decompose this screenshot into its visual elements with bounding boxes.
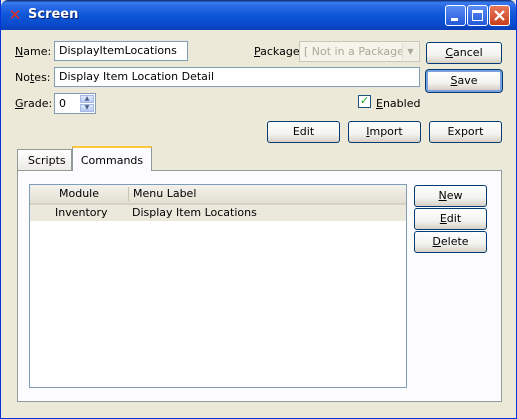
minimize-icon [451,18,458,21]
spin-down-icon[interactable]: ▼ [80,104,94,112]
name-field[interactable]: DisplayItemLocations [54,41,188,61]
maximize-icon [472,10,483,21]
table-header: Module Menu Label [30,185,406,205]
screen-window: ✕ Screen Name: DisplayItemLocations Pack… [0,0,517,419]
column-header-module[interactable]: Module [30,185,128,203]
close-icon [494,10,505,21]
spin-up-icon[interactable]: ▲ [80,95,94,103]
new-command-button[interactable]: New [414,185,487,207]
package-select[interactable]: [ Not in a Package ] ▼ [299,41,420,62]
export-button[interactable]: Export [429,121,502,143]
enabled-checkbox[interactable]: ✓ [358,94,371,108]
package-value: [ Not in a Package ] [304,45,412,58]
save-button[interactable]: Save [425,69,503,93]
title-bar[interactable]: ✕ Screen [1,0,516,30]
column-header-menu-label[interactable]: Menu Label [133,185,403,203]
tab-commands[interactable]: Commands [72,146,152,171]
import-button[interactable]: Import [348,121,421,143]
package-label: Package: [254,45,304,58]
app-x-icon: ✕ [8,6,22,24]
checkmark-icon: ✓ [360,94,370,107]
commands-table[interactable]: Module Menu Label Inventory Display Item… [29,184,407,388]
enabled-label: Enabled [376,97,421,110]
notes-field[interactable]: Display Item Location Detail [54,67,420,87]
window-title: Screen [28,7,79,22]
grade-spinbox[interactable]: 0 ▲ ▼ [54,93,96,114]
chevron-down-icon[interactable]: ▼ [402,43,418,60]
table-row[interactable]: Inventory Display Item Locations [30,205,406,221]
name-label: Name: [15,45,52,58]
notes-label: Notes: [15,71,51,84]
edit-script-button[interactable]: Edit [267,121,340,143]
maximize-button[interactable] [467,5,488,26]
tab-scripts[interactable]: Scripts [17,149,72,170]
cell-module: Inventory [55,206,108,219]
cell-menu-label: Display Item Locations [132,206,257,219]
minimize-button[interactable] [445,5,466,26]
edit-command-button[interactable]: Edit [414,208,487,230]
delete-command-button[interactable]: Delete [414,231,487,253]
cancel-button[interactable]: Cancel [426,42,502,64]
grade-label: Grade: [15,97,53,110]
close-button[interactable] [489,5,510,26]
grade-value: 0 [59,97,66,110]
column-divider[interactable] [128,187,129,201]
